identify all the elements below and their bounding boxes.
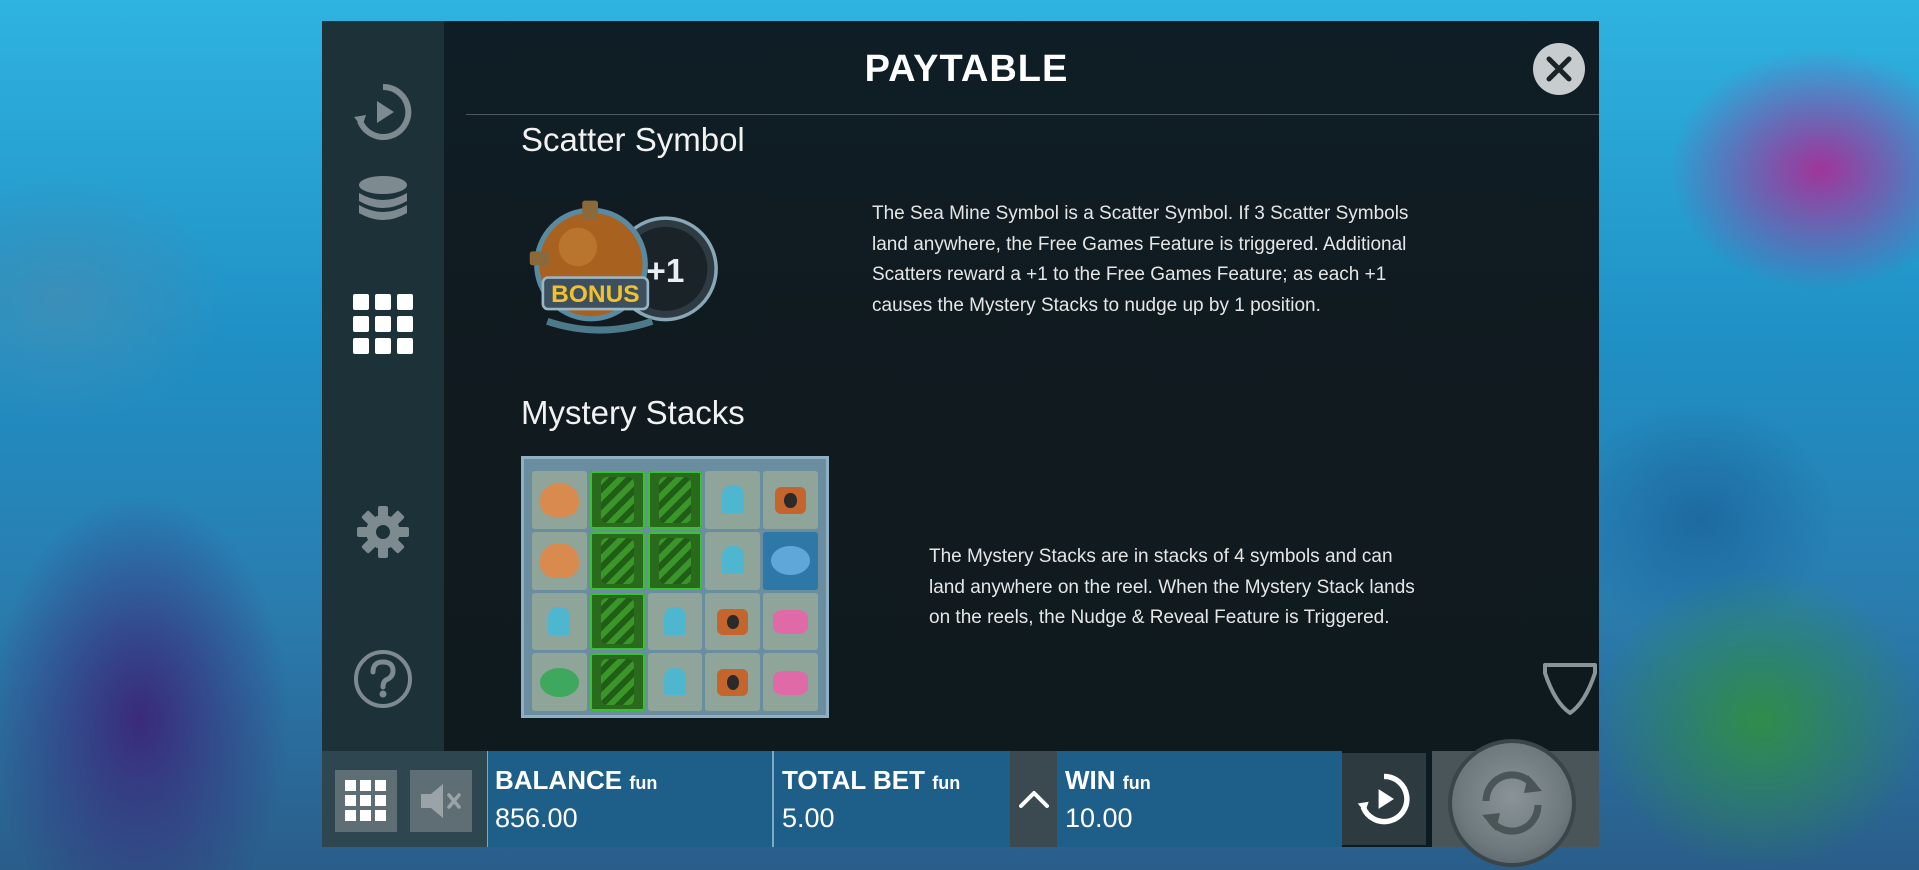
bottom-left-controls <box>322 751 487 847</box>
bottom-bar: BALANCE fun 856.00 TOTAL BET fun 5.00 WI… <box>322 743 1599 863</box>
chevron-down-icon <box>1543 663 1597 715</box>
scatter-line-3: Scatters reward a +1 to the Free Games F… <box>872 264 1387 285</box>
reel-symbol-mystery <box>589 592 645 651</box>
total-bet-currency: fun <box>932 773 961 793</box>
scroll-down-button[interactable] <box>1541 659 1599 719</box>
autoplay-icon <box>1357 773 1410 825</box>
scatter-line-4: causes the Mystery Stacks to nudge up by… <box>872 294 1321 316</box>
coins-icon <box>359 176 407 220</box>
mystery-stacks-image <box>521 456 829 718</box>
settings-gear-icon <box>357 506 409 558</box>
win-value: 10.00 <box>1065 803 1133 833</box>
reel-symbol-bell <box>647 653 703 711</box>
reel-symbol-mystery <box>647 471 703 529</box>
page-title: PAYTABLE <box>864 48 1069 90</box>
total-bet-display: TOTAL BET fun 5.00 <box>774 751 1010 847</box>
win-display: WIN fun 10.00 <box>1057 751 1342 847</box>
menu-button[interactable] <box>335 770 397 832</box>
reel-symbol-mystery <box>589 653 645 711</box>
menu-grid-icon <box>345 780 386 821</box>
reel-symbol-bell <box>705 531 761 590</box>
autoplay-button[interactable] <box>1342 753 1426 845</box>
close-icon <box>1546 56 1572 82</box>
paytable-grid-icon <box>353 294 413 354</box>
mystery-section-title: Mystery Stacks <box>521 394 745 431</box>
total-bet-value: 5.00 <box>782 803 835 833</box>
speaker-muted-icon <box>421 784 461 818</box>
reel-symbol-bell <box>705 471 761 529</box>
scatter-section-title: Scatter Symbol <box>521 121 745 158</box>
scatter-description: The Sea Mine Symbol is a Scatter Symbol.… <box>872 199 1408 321</box>
reel-symbol-mask <box>763 592 818 651</box>
win-label: WIN <box>1065 765 1116 795</box>
reel-symbol-fish <box>532 653 587 711</box>
reel-symbol-shark <box>532 471 587 529</box>
chevron-up-icon <box>1018 791 1049 808</box>
reel-symbol-shark <box>532 531 587 590</box>
sidebar-help[interactable] <box>347 643 419 715</box>
mystery-description: The Mystery Stacks are in stacks of 4 sy… <box>929 542 1415 634</box>
bonus-label: BONUS <box>551 281 639 308</box>
title-divider <box>466 114 1599 115</box>
reel-symbol-camera <box>763 471 818 529</box>
sidebar-paytable[interactable] <box>347 288 419 360</box>
balance-label: BALANCE <box>495 765 623 795</box>
reel-symbol-mask <box>763 653 818 711</box>
spin-button[interactable] <box>1452 743 1572 863</box>
reel-symbol-bell <box>647 592 703 651</box>
reel-symbol-dolphin <box>763 531 818 590</box>
sidebar-settings[interactable] <box>347 496 419 568</box>
sound-button[interactable] <box>410 770 472 832</box>
reel-symbol-mystery <box>589 531 645 590</box>
balance-currency: fun <box>629 773 658 793</box>
mystery-line-1: The Mystery Stacks are in stacks of 4 sy… <box>929 546 1393 567</box>
info-bar: BALANCE fun 856.00 TOTAL BET fun 5.00 <box>487 751 1010 847</box>
reel-symbol-mystery <box>647 531 703 590</box>
scatter-line-1: The Sea Mine Symbol is a Scatter Symbol.… <box>872 203 1409 224</box>
scatter-symbol-image: +1 BONUS <box>529 200 718 334</box>
mystery-line-3: on the reels, the Nudge & Reveal Feature… <box>929 607 1390 628</box>
bet-up-button[interactable] <box>1010 751 1057 847</box>
help-question-icon <box>354 650 412 708</box>
sidebar-autoplay[interactable] <box>347 76 419 148</box>
sidebar-coins[interactable] <box>347 162 419 234</box>
autoplay-icon <box>354 83 412 140</box>
spin-arrows-icon <box>1482 771 1542 835</box>
scatter-line-2: land anywhere, the Free Games Feature is… <box>872 233 1407 255</box>
total-bet-label: TOTAL BET <box>782 765 925 795</box>
balance-value: 856.00 <box>495 803 578 833</box>
reel-symbol-mystery <box>589 471 645 529</box>
reel-symbol-camera <box>705 592 761 651</box>
paytable-window: PAYTABLE Scatter Symbol +1 BONUS The Sea… <box>322 21 1599 863</box>
sidebar <box>322 21 444 751</box>
reel-symbol-camera <box>705 653 761 711</box>
mystery-line-2: land anywhere on the reel. When the Myst… <box>929 576 1415 598</box>
balance-display: BALANCE fun 856.00 <box>487 751 772 847</box>
paytable-content: PAYTABLE Scatter Symbol +1 BONUS The Sea… <box>444 21 1599 751</box>
plus-one-label: +1 <box>646 253 684 290</box>
close-button[interactable] <box>1533 43 1585 95</box>
reel-symbol-bell <box>532 592 587 651</box>
win-currency: fun <box>1122 773 1151 793</box>
